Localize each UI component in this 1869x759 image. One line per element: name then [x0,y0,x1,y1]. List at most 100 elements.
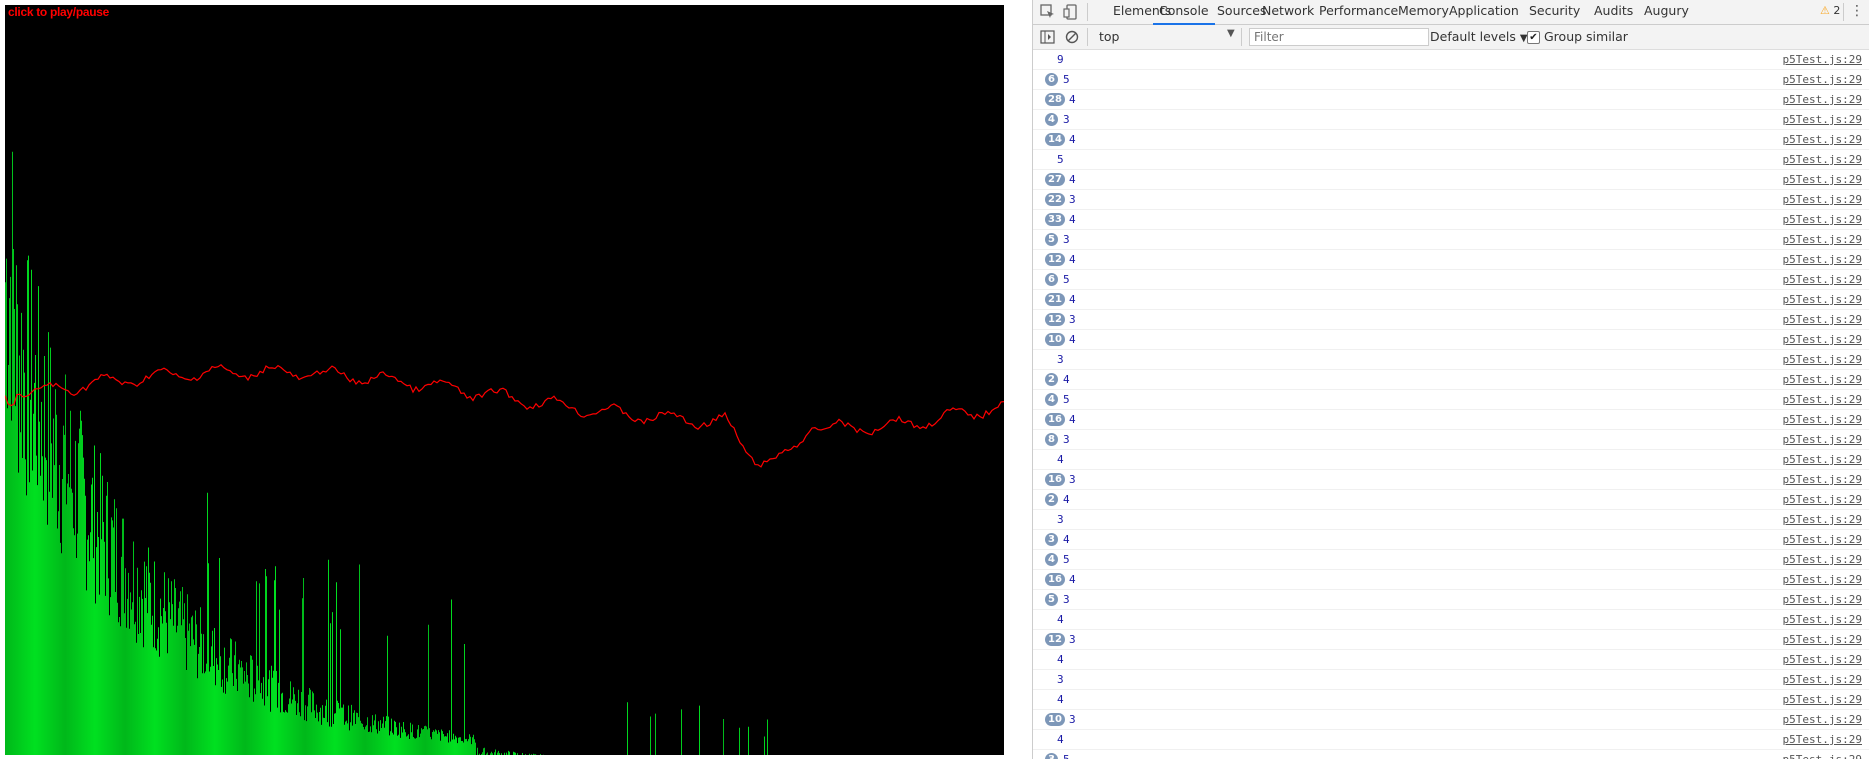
source-link[interactable]: p5Test.js:29 [1783,452,1862,467]
console-row: 10 3 p5Test.js:29 [1033,710,1869,730]
source-link[interactable]: p5Test.js:29 [1783,192,1862,207]
source-link[interactable]: p5Test.js:29 [1783,132,1862,147]
source-link[interactable]: p5Test.js:29 [1783,552,1862,567]
source-link[interactable]: p5Test.js:29 [1783,612,1862,627]
source-link[interactable]: p5Test.js:29 [1783,312,1862,327]
console-row: 16 4 p5Test.js:29 [1033,410,1869,430]
tab-security[interactable]: Security [1529,0,1580,24]
repeat-count-badge: 4 [1045,553,1058,566]
tab-application[interactable]: Application [1449,0,1519,24]
source-link[interactable]: p5Test.js:29 [1783,212,1862,227]
devtools-panel: Elements Console Sources Network Performance… [1032,0,1869,759]
source-link[interactable]: p5Test.js:29 [1783,412,1862,427]
source-link[interactable]: p5Test.js:29 [1783,92,1862,107]
source-link[interactable]: p5Test.js:29 [1783,292,1862,307]
source-link[interactable]: p5Test.js:29 [1783,112,1862,127]
group-similar-checkbox[interactable]: ✔ [1527,31,1540,44]
console-row: 12 4 p5Test.js:29 [1033,250,1869,270]
tab-augury[interactable]: Augury [1644,0,1689,24]
source-link[interactable]: p5Test.js:29 [1783,432,1862,447]
log-value: 4 [1069,573,1076,586]
tab-memory[interactable]: Memory [1398,0,1449,24]
tab-console[interactable]: Console [1153,0,1215,25]
repeat-count-badge: 3 [1045,753,1058,759]
clear-console-icon[interactable] [1063,28,1081,46]
log-value: 3 [1063,233,1070,246]
default-levels-dropdown[interactable]: Default levels ▼ [1430,28,1528,46]
source-link[interactable]: p5Test.js:29 [1783,732,1862,747]
repeat-count-badge: 12 [1045,253,1065,266]
source-link[interactable]: p5Test.js:29 [1783,172,1862,187]
repeat-count-badge: 2 [1045,493,1058,506]
source-link[interactable]: p5Test.js:29 [1783,592,1862,607]
source-link[interactable]: p5Test.js:29 [1783,332,1862,347]
filter-input[interactable] [1249,28,1429,46]
source-link[interactable]: p5Test.js:29 [1783,512,1862,527]
repeat-count-badge: 4 [1045,393,1058,406]
console-row: 3 p5Test.js:29 [1033,350,1869,370]
source-link[interactable]: p5Test.js:29 [1783,652,1862,667]
console-row: 9 p5Test.js:29 [1033,50,1869,70]
source-link[interactable]: p5Test.js:29 [1783,152,1862,167]
log-value: 4 [1069,213,1076,226]
repeat-count-badge: 21 [1045,293,1065,306]
source-link[interactable]: p5Test.js:29 [1783,352,1862,367]
tab-performance[interactable]: Performance [1319,0,1398,24]
tab-audits[interactable]: Audits [1594,0,1633,24]
log-value: 5 [1063,273,1070,286]
tab-network[interactable]: Network [1262,0,1314,24]
log-value: 3 [1063,593,1070,606]
sidebar-toggle-icon[interactable] [1039,28,1057,46]
waveform-line [5,364,1004,468]
source-link[interactable]: p5Test.js:29 [1783,392,1862,407]
repeat-count-badge: 28 [1045,93,1065,106]
inspect-icon[interactable] [1039,3,1057,21]
log-value: 5 [1063,73,1070,86]
console-row: 2 4 p5Test.js:29 [1033,370,1869,390]
warnings-count: 2 [1833,4,1841,17]
kebab-menu-icon[interactable]: ⋮ [1850,2,1864,20]
context-value: top [1099,29,1120,44]
source-link[interactable]: p5Test.js:29 [1783,272,1862,287]
source-link[interactable]: p5Test.js:29 [1783,532,1862,547]
log-value: 4 [1063,493,1070,506]
log-value: 4 [1069,173,1076,186]
log-value: 4 [1057,733,1064,746]
source-link[interactable]: p5Test.js:29 [1783,72,1862,87]
log-value: 4 [1069,333,1076,346]
log-value: 4 [1069,413,1076,426]
source-link[interactable]: p5Test.js:29 [1783,572,1862,587]
source-link[interactable]: p5Test.js:29 [1783,252,1862,267]
log-value: 3 [1069,313,1076,326]
console-row: 21 4 p5Test.js:29 [1033,290,1869,310]
toolbar-separator [1087,28,1088,46]
source-link[interactable]: p5Test.js:29 [1783,52,1862,67]
source-link[interactable]: p5Test.js:29 [1783,672,1862,687]
device-toolbar-icon[interactable] [1063,3,1081,21]
p5-canvas[interactable]: click to play/pause [5,5,1004,755]
log-value: 3 [1057,673,1064,686]
source-link[interactable]: p5Test.js:29 [1783,492,1862,507]
console-row: 5 3 p5Test.js:29 [1033,230,1869,250]
play-pause-label: click to play/pause [8,5,110,19]
log-value: 3 [1063,433,1070,446]
spectrum-area [5,151,775,755]
console-toolbar: top ▼ Default levels ▼ ✔ Group similar [1033,25,1869,50]
source-link[interactable]: p5Test.js:29 [1783,712,1862,727]
source-link[interactable]: p5Test.js:29 [1783,232,1862,247]
source-link[interactable]: p5Test.js:29 [1783,632,1862,647]
source-link[interactable]: p5Test.js:29 [1783,692,1862,707]
chevron-down-icon[interactable]: ▼ [1227,28,1235,39]
console-row: 16 3 p5Test.js:29 [1033,470,1869,490]
source-link[interactable]: p5Test.js:29 [1783,472,1862,487]
tab-sources[interactable]: Sources [1217,0,1266,24]
source-link[interactable]: p5Test.js:29 [1783,372,1862,387]
repeat-count-badge: 3 [1045,533,1058,546]
levels-label: Default levels [1430,29,1516,44]
console-row: 10 4 p5Test.js:29 [1033,330,1869,350]
console-row: 5 p5Test.js:29 [1033,150,1869,170]
console-row: 4 p5Test.js:29 [1033,610,1869,630]
source-link[interactable]: p5Test.js:29 [1783,752,1862,759]
warnings-indicator[interactable]: ⚠ 2 [1820,4,1840,17]
toolbar-separator [1241,28,1242,46]
